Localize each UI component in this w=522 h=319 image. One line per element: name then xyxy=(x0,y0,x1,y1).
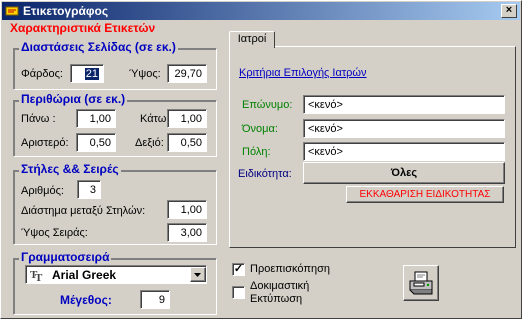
print-button[interactable] xyxy=(403,265,439,301)
column-spacing-field[interactable]: 1,00 xyxy=(167,200,207,219)
row-height-field[interactable]: 3,00 xyxy=(167,223,207,242)
title-bar[interactable]: Ετικετογράφος × xyxy=(2,2,520,20)
row-height-label: Ύψος Σειράς: xyxy=(21,227,88,239)
column-count-label: Αριθμός: xyxy=(21,185,64,197)
right-margin-label: Δεξιό: xyxy=(135,137,164,149)
column-spacing-label: Διάστημα μεταξύ Στηλών: xyxy=(21,205,146,217)
top-margin-field[interactable]: 1,00 xyxy=(76,109,116,128)
page-size-title: Διαστάσεις Σελίδας (σε εκ.) xyxy=(19,40,178,54)
clear-specialty-button[interactable]: ΕΚΚΑΘΑΡΙΣΗ ΕΙΔΙΚΟΤΗΤΑΣ xyxy=(346,186,504,203)
window-title: Ετικετογράφος xyxy=(23,4,109,18)
font-size-label: Μέγεθος: xyxy=(60,293,112,307)
test-print-checkbox[interactable] xyxy=(232,286,245,299)
city-field[interactable]: <κενό> xyxy=(303,142,505,161)
height-label: Ύψος: xyxy=(129,68,161,80)
criteria-title: Κριτήρια Επιλογής Ιατρών xyxy=(239,67,367,79)
truetype-icon: T T xyxy=(30,269,43,281)
left-margin-field[interactable]: 0,50 xyxy=(76,133,116,152)
surname-field[interactable]: <κενό> xyxy=(303,95,505,114)
top-margin-label: Πάνω : xyxy=(21,113,56,125)
printer-icon xyxy=(409,271,433,295)
margins-title: Περιθώρια (σε εκ.) xyxy=(19,92,128,106)
name-field[interactable]: <κενό> xyxy=(303,119,505,138)
font-family-select[interactable]: T T Arial Greek xyxy=(25,265,207,284)
left-margin-label: Αριστερό: xyxy=(21,137,69,149)
preview-label: Προεπισκόπηση xyxy=(250,263,330,275)
specialty-button[interactable]: Όλες xyxy=(303,162,505,184)
bottom-margin-field[interactable]: 1,00 xyxy=(167,109,207,128)
label-writer-window: Ετικετογράφος × Χαρακτηριστικά Ετικετών … xyxy=(0,0,522,319)
preview-checkbox[interactable]: ✓ xyxy=(232,263,245,276)
width-label: Φάρδος: xyxy=(21,68,63,80)
label-writer-icon xyxy=(5,6,19,16)
name-label: Όνομα: xyxy=(242,123,278,135)
columns-rows-title: Στήλες && Σειρές xyxy=(19,162,121,176)
width-field[interactable]: 21 xyxy=(70,64,104,83)
font-family-value: Arial Greek xyxy=(52,268,117,282)
svg-text:T: T xyxy=(35,272,43,281)
bottom-margin-label: Κάτω: xyxy=(140,113,170,125)
close-button[interactable]: × xyxy=(501,4,517,18)
surname-label: Επώνυμο: xyxy=(242,99,293,111)
font-dropdown-button[interactable] xyxy=(190,267,206,282)
specialty-label: Ειδικότητα: xyxy=(238,168,292,180)
right-margin-field[interactable]: 0,50 xyxy=(167,133,207,152)
dropdown-arrow-icon xyxy=(194,273,201,277)
city-label: Πόλη: xyxy=(242,146,271,158)
test-print-label: Δοκιμαστική Εκτύπωση xyxy=(250,280,310,305)
height-field[interactable]: 29,70 xyxy=(167,64,207,83)
tab-doctors[interactable]: Ιατροί xyxy=(229,31,275,48)
section-heading: Χαρακτηριστικά Ετικετών xyxy=(10,21,156,35)
font-size-field[interactable]: 9 xyxy=(140,290,170,309)
column-count-field[interactable]: 3 xyxy=(77,180,101,199)
font-title: Γραμματοσειρά xyxy=(19,250,112,264)
